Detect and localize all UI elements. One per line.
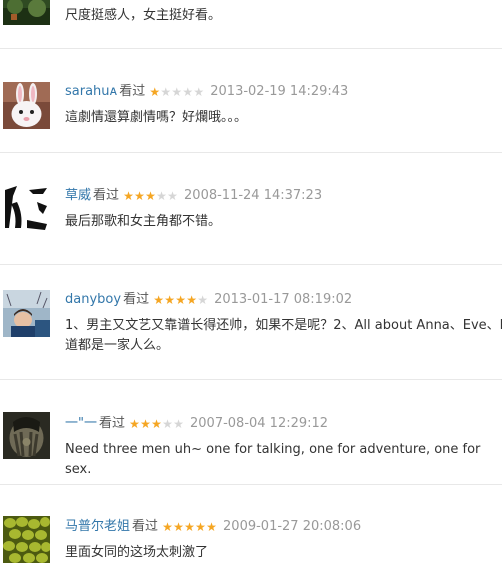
- comment-meta: 马普尔老姐 看过 ★★★★★ 2009-01-27 20:08:06: [65, 519, 361, 536]
- star-filled-icon: ★: [173, 520, 184, 534]
- avatar[interactable]: [3, 82, 50, 129]
- comment-date: 2008-11-24 14:37:23: [184, 188, 323, 203]
- star-filled-icon: ★: [151, 417, 162, 431]
- avatar[interactable]: [3, 184, 50, 231]
- comment-date: 2009-01-27 20:08:06: [223, 519, 362, 534]
- comment-meta: danyboy 看过 ★★★★★ 2013-01-17 08:19:02: [65, 292, 352, 309]
- forest-avatar-image: [3, 0, 50, 25]
- comment-text-line: 道都是一家人么。: [65, 338, 170, 353]
- comment-meta: 草威 看过 ★★★★★ 2008-11-24 14:37:23: [65, 188, 322, 205]
- star-filled-icon: ★: [175, 293, 186, 307]
- divider: [0, 152, 502, 153]
- divider: [0, 484, 502, 485]
- star-filled-icon: ★: [140, 417, 151, 431]
- green-beans-avatar-image: [3, 516, 50, 563]
- avatar[interactable]: [3, 0, 50, 25]
- comment-text-line: 1、男主又文艺又靠谱长得还帅，如果不是呢？2、All about Anna、Ev…: [65, 318, 502, 333]
- avatar[interactable]: [3, 290, 50, 337]
- star-empty-icon: ★: [156, 189, 167, 203]
- black-white-sketch-avatar-image: [3, 184, 50, 231]
- avatar[interactable]: [3, 412, 50, 459]
- star-filled-icon: ★: [129, 417, 140, 431]
- star-filled-icon: ★: [206, 520, 217, 534]
- avatar[interactable]: [3, 516, 50, 563]
- comment-date: 2013-01-17 08:19:02: [214, 292, 353, 307]
- star-filled-icon: ★: [145, 189, 156, 203]
- star-empty-icon: ★: [160, 85, 172, 99]
- divider: [0, 48, 502, 49]
- comment-text: Need three men uh~ one for talking, one …: [65, 442, 481, 477]
- watch-status: 看过: [119, 84, 146, 99]
- username-link[interactable]: sarahuᴀ: [65, 84, 117, 99]
- star-filled-icon: ★: [164, 293, 175, 307]
- star-filled-icon: ★: [184, 520, 195, 534]
- watch-status: 看过: [93, 188, 120, 203]
- star-empty-icon: ★: [182, 85, 194, 99]
- star-filled-icon: ★: [162, 520, 173, 534]
- comment-text: 1、男主又文艺又靠谱长得还帅，如果不是呢？2、All about Anna、Ev…: [65, 316, 502, 356]
- rating-stars: ★★★★★: [123, 189, 178, 205]
- star-filled-icon: ★: [195, 520, 206, 534]
- watch-status: 看过: [132, 519, 159, 534]
- divider: [0, 379, 502, 380]
- star-empty-icon: ★: [193, 85, 205, 99]
- divider: [0, 264, 502, 265]
- comment-date: 2007-08-04 12:29:12: [190, 416, 329, 431]
- username-link[interactable]: 马普尔老姐: [65, 519, 130, 534]
- comment-meta: 一"一 看过 ★★★★★ 2007-08-04 12:29:12: [65, 416, 328, 433]
- comment-text: 最后那歌和女主角都不错。: [65, 214, 222, 229]
- rating-stars: ★★★★★: [153, 293, 208, 309]
- rating-stars: ★★★★★: [129, 417, 184, 433]
- star-empty-icon: ★: [162, 417, 173, 431]
- child-outdoors-avatar-image: [3, 290, 50, 337]
- white-rabbit-avatar-image: [3, 82, 50, 129]
- star-empty-icon: ★: [173, 417, 184, 431]
- comment-date: 2013-02-19 14:29:43: [210, 84, 349, 99]
- comment-meta: sarahuᴀ 看过 ★★★★★ 2013-02-19 14:29:43: [65, 84, 348, 101]
- comment-text: 里面女同的这场太刺激了: [65, 545, 209, 560]
- rating-stars: ★★★★★: [149, 85, 204, 101]
- star-filled-icon: ★: [123, 189, 134, 203]
- star-empty-icon: ★: [167, 189, 178, 203]
- rating-stars: ★★★★★: [162, 520, 217, 536]
- username-link[interactable]: danyboy: [65, 292, 121, 307]
- star-empty-icon: ★: [171, 85, 183, 99]
- star-filled-icon: ★: [134, 189, 145, 203]
- comment-text: 這劇情還算劇情嗎？好爛哦。。。: [65, 110, 248, 125]
- username-link[interactable]: 一"一: [65, 416, 97, 431]
- watch-status: 看过: [123, 292, 150, 307]
- star-filled-icon: ★: [149, 85, 161, 99]
- comment-text: 尺度挺感人，女主挺好看。: [65, 8, 222, 23]
- star-empty-icon: ★: [197, 293, 208, 307]
- watch-status: 看过: [98, 416, 125, 431]
- hands-over-face-avatar-image: [3, 412, 50, 459]
- username-link[interactable]: 草威: [65, 188, 91, 203]
- star-filled-icon: ★: [153, 293, 164, 307]
- star-filled-icon: ★: [186, 293, 197, 307]
